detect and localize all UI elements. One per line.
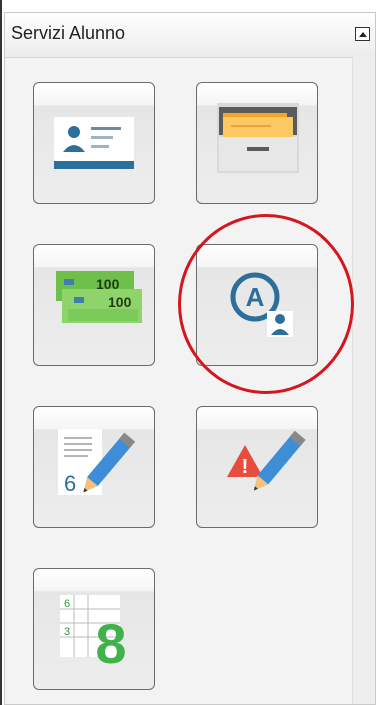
absence-user-icon: A — [230, 272, 293, 337]
absences-tile[interactable]: A — [196, 244, 318, 366]
scrollbar-track[interactable] — [352, 57, 375, 704]
grade-grid-icon: 6 3 8 — [60, 595, 127, 675]
note-amount-2: 100 — [108, 294, 132, 310]
disciplinary-notes-tile[interactable]: ! — [196, 406, 318, 528]
collapse-button[interactable] — [355, 27, 370, 41]
grade-number: 6 — [64, 471, 76, 496]
banknotes-icon: 100 100 — [56, 271, 142, 323]
payments-tile[interactable]: 100 100 — [33, 244, 155, 366]
filing-cabinet-icon — [217, 103, 299, 173]
grades-tile[interactable]: 6 — [33, 406, 155, 528]
warning-mark: ! — [242, 456, 249, 478]
archive-tile[interactable] — [196, 82, 318, 204]
panel-title: Servizi Alunno — [11, 23, 126, 43]
grid-big-number: 8 — [95, 612, 126, 675]
grid-small-number-2: 3 — [64, 626, 70, 638]
grade-pencil-icon: 6 — [58, 429, 136, 496]
warning-pencil-icon: ! — [227, 430, 306, 491]
report-card-tile[interactable]: 6 3 8 — [33, 568, 155, 690]
absence-letter: A — [246, 282, 265, 312]
panel-header: Servizi Alunno — [5, 13, 375, 58]
grid-small-number-1: 6 — [64, 598, 70, 610]
student-card-tile[interactable] — [33, 82, 155, 204]
triangle-up-icon — [358, 31, 367, 37]
id-card-icon — [54, 117, 134, 169]
